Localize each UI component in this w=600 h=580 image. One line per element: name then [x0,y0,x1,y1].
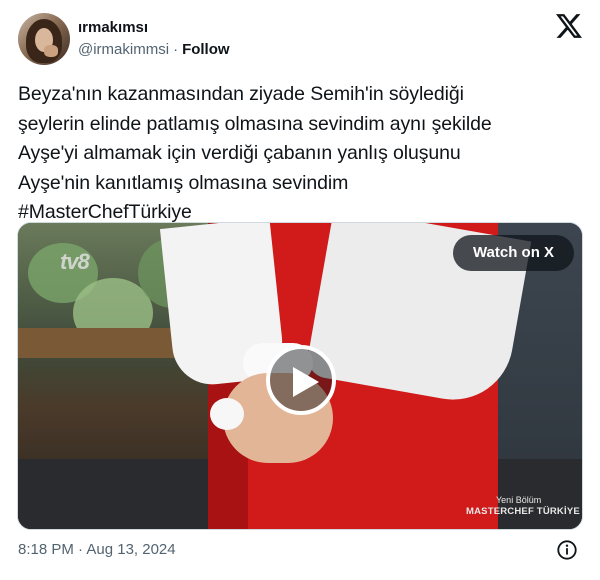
bandaged-finger [210,398,244,430]
info-icon[interactable] [556,539,578,561]
handle-row: @irmakimmsi · Follow [78,40,230,60]
play-button[interactable] [266,345,336,415]
timestamp[interactable]: 8:18 PM · Aug 13, 2024 [18,541,176,558]
avatar-hand [44,45,58,57]
tweet-footer: 8:18 PM · Aug 13, 2024 [18,538,584,562]
display-name[interactable]: ırmakımsı [78,18,230,38]
separator: · [173,41,179,58]
user-info: ırmakımsı @irmakimmsi · Follow [78,18,230,60]
follow-button[interactable]: Follow [182,41,230,58]
x-logo-icon[interactable] [556,14,582,38]
watermark-show: MASTERCHEF TÜRKİYE [466,506,580,517]
video-player[interactable]: tv8 Yeni Bölüm MASTERCHEF TÜRKİYE Watch … [17,222,583,530]
tweet-card: ırmakımsı @irmakimmsi · Follow Beyza'nın k… [0,0,600,580]
avatar[interactable] [18,13,70,65]
channel-logo: tv8 [60,249,90,274]
tweet-text: Beyza'nın kazanmasından ziyade Semih'in … [18,83,492,223]
watch-on-x-button[interactable]: Watch on X [453,235,574,271]
user-handle[interactable]: @irmakimmsi [78,41,169,58]
play-icon [293,367,319,397]
watermark-episode: Yeni Bölüm [496,495,542,505]
show-watermark: Yeni Bölüm MASTERCHEF TÜRKİYE [466,495,580,518]
